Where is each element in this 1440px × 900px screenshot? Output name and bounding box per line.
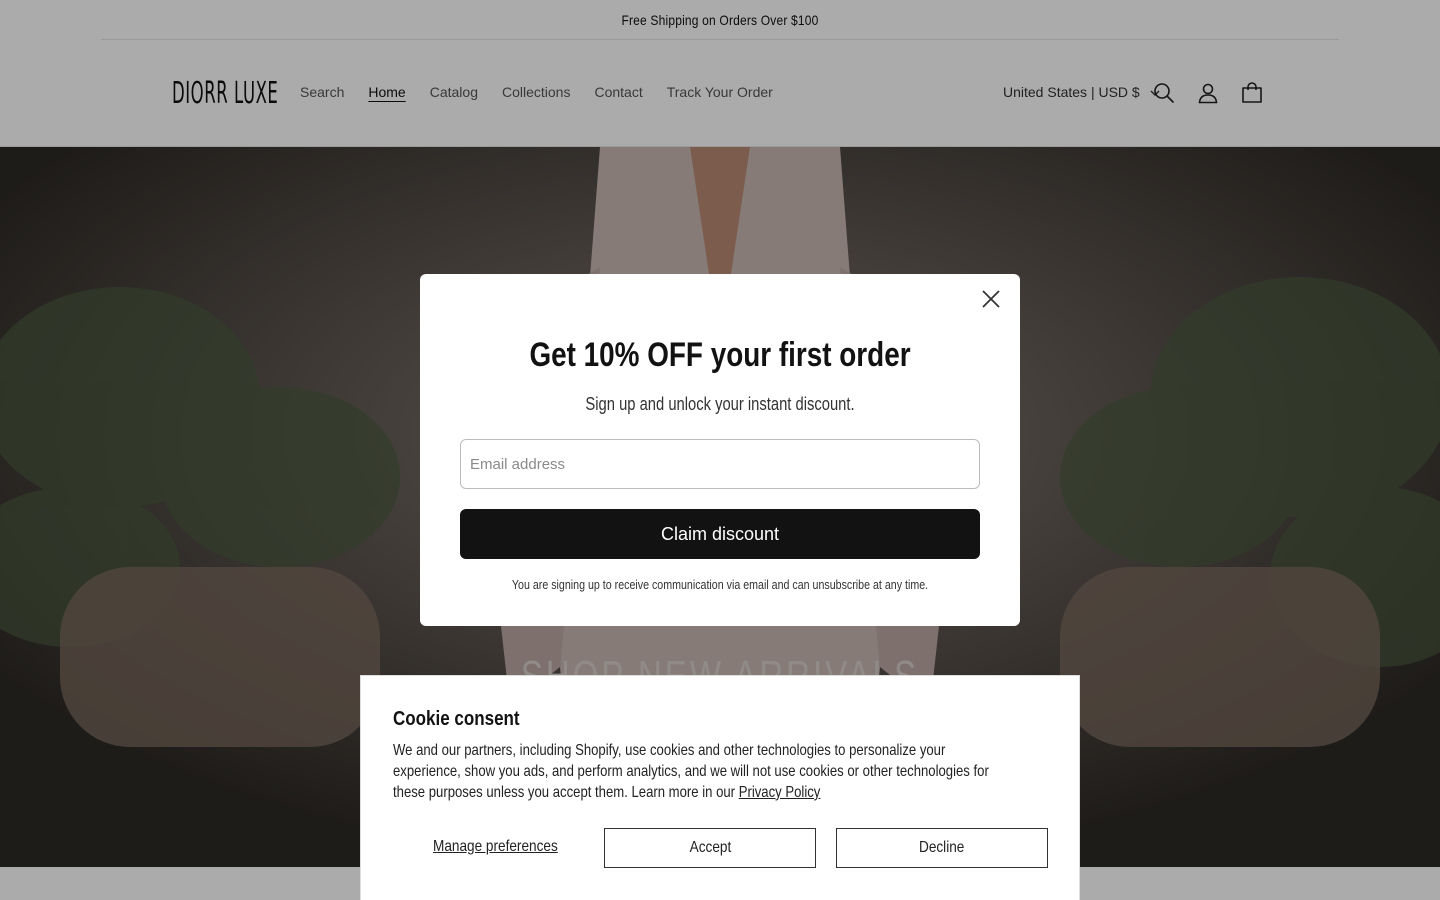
page: Free Shipping on Orders Over $100 DIORR … (0, 0, 1440, 900)
popup-fine-print: You are signing up to receive communicat… (511, 577, 929, 592)
cookie-body-text: We and our partners, including Shopify, … (393, 742, 989, 801)
email-field[interactable] (460, 439, 980, 489)
cookie-body: We and our partners, including Shopify, … (393, 740, 1016, 803)
popup-title: Get 10% OFF your first order (529, 336, 911, 374)
cookie-title: Cookie consent (393, 708, 520, 730)
popup-subtitle: Sign up and unlock your instant discount… (585, 394, 855, 414)
manage-preferences-link[interactable]: Manage preferences (433, 838, 558, 856)
privacy-policy-link[interactable]: Privacy Policy (739, 784, 821, 801)
decline-button[interactable]: Decline (836, 828, 1048, 868)
decline-label: Decline (919, 839, 965, 856)
discount-popup: Get 10% OFF your first order Sign up and… (420, 274, 1020, 626)
accept-label: Accept (689, 839, 731, 856)
close-icon[interactable] (980, 288, 1002, 310)
cookie-consent-banner: Cookie consent We and our partners, incl… (360, 675, 1080, 900)
accept-button[interactable]: Accept (604, 828, 816, 868)
claim-discount-button[interactable]: Claim discount (460, 509, 980, 559)
